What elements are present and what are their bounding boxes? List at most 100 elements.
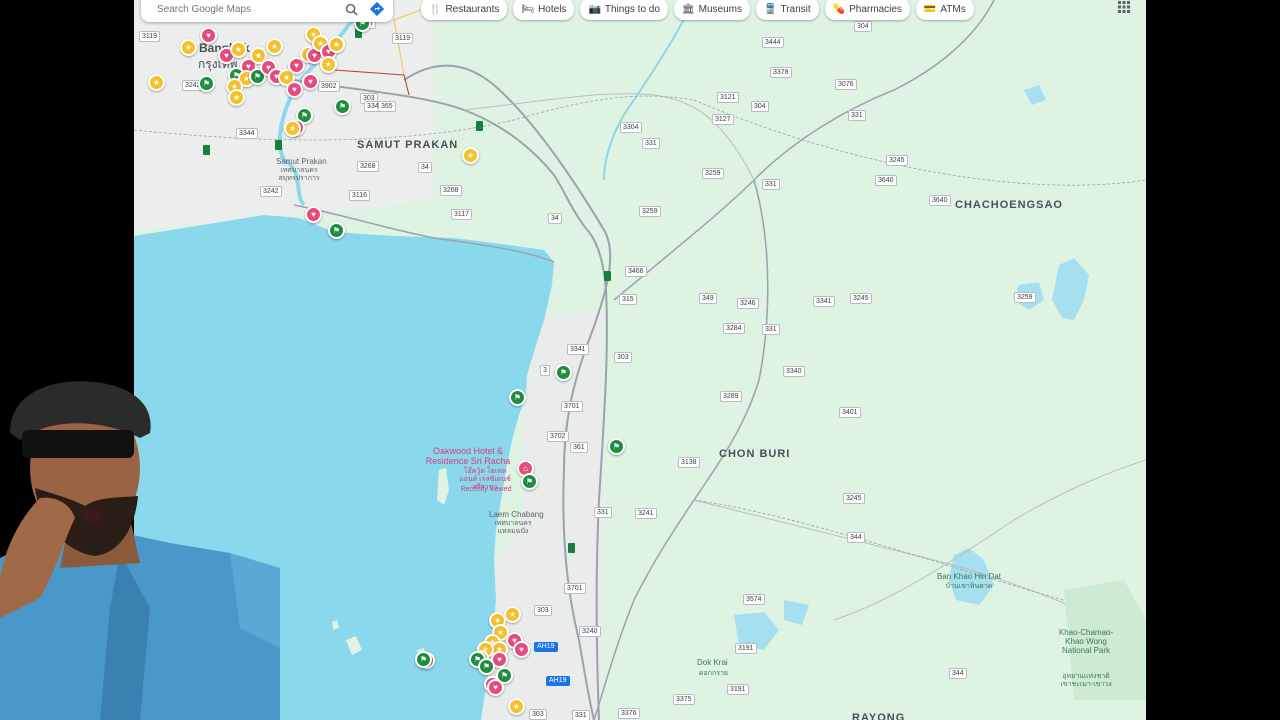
road-shield: 315 bbox=[619, 294, 637, 305]
favorite-place-pin[interactable]: ★ bbox=[320, 56, 337, 73]
road-shield: 344 bbox=[949, 668, 967, 679]
chip-label: Restaurants bbox=[445, 3, 500, 15]
attraction-pin[interactable]: ⚑ bbox=[555, 364, 572, 381]
train-icon: 🚆 bbox=[764, 3, 777, 15]
saved-place-pin[interactable]: ♥ bbox=[487, 679, 504, 696]
chip-transit[interactable]: 🚆 Transit bbox=[756, 0, 819, 20]
attraction-pin[interactable]: ⚑ bbox=[334, 98, 351, 115]
search-bar[interactable] bbox=[141, 0, 393, 22]
chip-hotels[interactable]: 🛏 Hotels bbox=[513, 0, 575, 20]
transit-marker[interactable] bbox=[604, 271, 611, 281]
camera-icon: 📷 bbox=[588, 3, 601, 15]
road-shield: 3701 bbox=[564, 583, 586, 594]
chip-pharmacies[interactable]: 💊 Pharmacies bbox=[824, 0, 910, 20]
chip-things-to-do[interactable]: 📷 Things to do bbox=[580, 0, 668, 20]
attraction-pin[interactable]: ⚑ bbox=[328, 222, 345, 239]
favorite-place-pin[interactable]: ★ bbox=[148, 74, 165, 91]
favorite-place-pin[interactable]: ★ bbox=[508, 698, 525, 715]
khao-chamao-label: Khao-Chamao-Khao Wong National Park bbox=[1058, 628, 1114, 655]
road-shield: 3902 bbox=[318, 81, 340, 92]
road-shield: 3 bbox=[540, 365, 550, 376]
favorite-place-pin[interactable]: ★ bbox=[328, 36, 345, 53]
transit-marker[interactable] bbox=[275, 140, 282, 150]
search-icon[interactable] bbox=[341, 0, 361, 19]
chip-label: ATMs bbox=[940, 3, 966, 15]
road-shield: 304 bbox=[854, 21, 872, 32]
asian-highway-shield: AH19 bbox=[546, 676, 570, 686]
dok-krai-thai-label: ดอกกราย bbox=[699, 670, 729, 677]
saved-place-pin[interactable]: ♥ bbox=[302, 73, 319, 90]
road-shield: 349 bbox=[699, 293, 717, 304]
road-shield: 331 bbox=[762, 324, 780, 335]
chon-buri-label: CHON BURI bbox=[719, 448, 791, 460]
laem-chabang-thai-label: เทศบาลนคร แหลมฉบัง bbox=[494, 520, 532, 535]
saved-place-pin[interactable]: ♥ bbox=[513, 641, 530, 658]
favorite-place-pin[interactable]: ★ bbox=[228, 89, 245, 106]
favorite-place-pin[interactable]: ★ bbox=[504, 606, 521, 623]
search-input[interactable] bbox=[141, 2, 341, 16]
road-shield: 3268 bbox=[440, 185, 462, 196]
ban-khao-hin-dat-thai-label: บ้านเขาหินดาด bbox=[945, 583, 993, 590]
road-shield: 3245 bbox=[850, 293, 872, 304]
chip-restaurants[interactable]: 🍴 Restaurants bbox=[421, 0, 508, 20]
favorite-place-pin[interactable]: ★ bbox=[462, 147, 479, 164]
transit-marker[interactable] bbox=[476, 121, 483, 131]
road-shield: 3138 bbox=[678, 457, 700, 468]
atm-icon: 💳 bbox=[923, 3, 937, 15]
favorite-place-pin[interactable]: ★ bbox=[266, 38, 283, 55]
road-shield: 3242 bbox=[260, 186, 282, 197]
saved-place-pin[interactable]: ♥ bbox=[286, 81, 303, 98]
road-shield: 3702 bbox=[547, 431, 569, 442]
attraction-pin[interactable]: ⚑ bbox=[415, 651, 432, 668]
attraction-pin[interactable]: ⚑ bbox=[198, 75, 215, 92]
road-shield: 3259 bbox=[702, 168, 724, 179]
favorite-place-pin[interactable]: ★ bbox=[180, 39, 197, 56]
road-shield: 3340 bbox=[783, 366, 805, 377]
road-shield: 3284 bbox=[723, 323, 745, 334]
map-base-layer bbox=[134, 0, 1146, 720]
road-shield: 3466 bbox=[625, 266, 647, 277]
saved-place-pin[interactable]: ♥ bbox=[200, 27, 217, 44]
chip-museums[interactable]: 🏛 Museums bbox=[673, 0, 750, 20]
road-shield: 34 bbox=[418, 162, 432, 173]
chip-atms[interactable]: 💳 ATMs bbox=[915, 0, 974, 20]
transit-marker[interactable] bbox=[568, 543, 575, 553]
road-shield: 3246 bbox=[737, 298, 759, 309]
road-shield: 3245 bbox=[843, 493, 865, 504]
hotel-name-label[interactable]: Oakwood Hotel & Residence Sri Racha bbox=[422, 446, 514, 466]
transit-marker[interactable] bbox=[203, 145, 210, 155]
favorite-place-pin[interactable]: ★ bbox=[284, 120, 301, 137]
road-shield: 3259 bbox=[1014, 292, 1036, 303]
favorite-place-pin[interactable]: ★ bbox=[230, 41, 247, 58]
map-canvas[interactable]: Bangkok กรุงเทพ SAMUT PRAKAN Samut Praka… bbox=[134, 0, 1146, 720]
attraction-pin[interactable]: ⚑ bbox=[509, 389, 526, 406]
samut-prakan-province-label: SAMUT PRAKAN bbox=[357, 139, 459, 151]
directions-icon[interactable] bbox=[367, 0, 387, 19]
laem-chabang-label: Laem Chabang bbox=[489, 510, 544, 519]
road-shield: 361 bbox=[570, 442, 588, 453]
road-shield: 344 bbox=[847, 532, 865, 543]
road-shield: 3121 bbox=[717, 92, 739, 103]
attraction-pin[interactable]: ⚑ bbox=[478, 658, 495, 675]
road-shield: 3241 bbox=[635, 508, 657, 519]
attraction-pin[interactable]: ⚑ bbox=[608, 438, 625, 455]
road-shield: 3119 bbox=[139, 31, 161, 42]
road-shield: 303 bbox=[534, 605, 552, 616]
road-shield: 3245 bbox=[886, 155, 908, 166]
road-shield: 3344 bbox=[236, 128, 258, 139]
fork-knife-icon: 🍴 bbox=[429, 3, 442, 15]
apps-grid-icon[interactable] bbox=[1117, 0, 1131, 14]
presenter-webcam-overlay bbox=[0, 381, 280, 720]
category-chips: 🍴 Restaurants 🛏 Hotels 📷 Things to do 🏛 Muse… bbox=[421, 0, 974, 20]
rayong-label: RAYONG bbox=[852, 712, 906, 720]
road-shield: 3304 bbox=[620, 122, 642, 133]
attraction-pin[interactable]: ⚑ bbox=[521, 473, 538, 490]
road-shield: 3376 bbox=[618, 708, 640, 719]
saved-place-pin[interactable]: ♥ bbox=[305, 206, 322, 223]
road-shield: 3341 bbox=[813, 296, 835, 307]
road-shield: 3378 bbox=[770, 67, 792, 78]
chip-label: Hotels bbox=[538, 3, 567, 15]
road-shield: 3574 bbox=[743, 594, 765, 605]
road-shield: 331 bbox=[642, 138, 660, 149]
road-shield: 3119 bbox=[392, 33, 414, 44]
